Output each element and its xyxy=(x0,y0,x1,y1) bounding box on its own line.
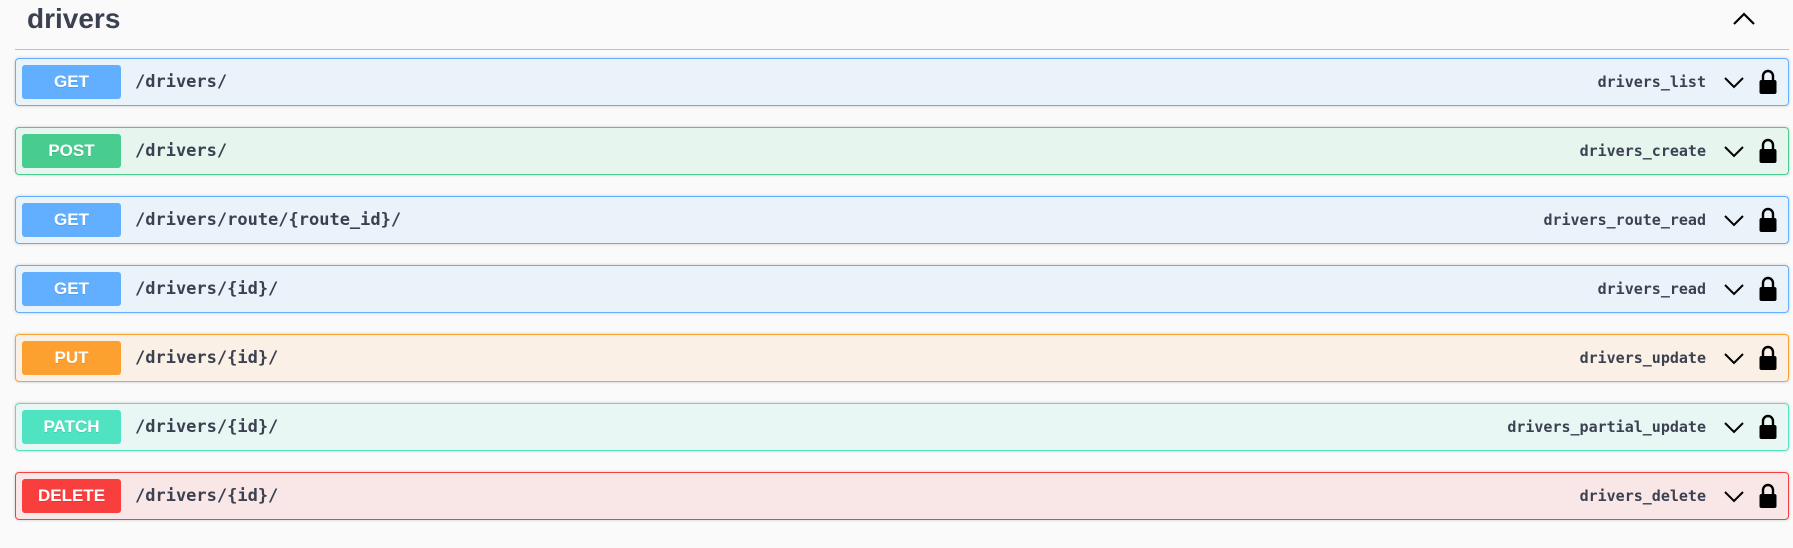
operation-path: /drivers/{id}/ xyxy=(135,417,279,437)
operation-path: /drivers/route/{route_id}/ xyxy=(135,210,402,230)
lock-icon[interactable] xyxy=(1758,138,1778,164)
lock-icon[interactable] xyxy=(1758,483,1778,509)
chevron-up-icon xyxy=(1733,12,1755,25)
section-title: drivers xyxy=(27,3,121,34)
operation-id: drivers_create xyxy=(1579,142,1706,160)
operation-path: /drivers/{id}/ xyxy=(135,486,279,506)
method-badge: POST xyxy=(22,134,121,168)
operation-id: drivers_read xyxy=(1597,280,1706,298)
lock-icon[interactable] xyxy=(1758,345,1778,371)
chevron-down-icon[interactable] xyxy=(1722,487,1746,505)
method-badge: PATCH xyxy=(22,410,121,444)
operation-path: /drivers/ xyxy=(135,141,228,161)
chevron-down-icon[interactable] xyxy=(1722,418,1746,436)
section-header[interactable]: drivers xyxy=(15,0,1789,50)
api-section: drivers GET /drivers/ drivers_list POST … xyxy=(0,0,1793,548)
chevron-down-icon[interactable] xyxy=(1722,349,1746,367)
operation-id: drivers_partial_update xyxy=(1507,418,1706,436)
operation-id: drivers_route_read xyxy=(1543,211,1706,229)
operation-path: /drivers/ xyxy=(135,72,228,92)
lock-icon[interactable] xyxy=(1758,69,1778,95)
lock-icon[interactable] xyxy=(1758,414,1778,440)
method-badge: GET xyxy=(22,203,121,237)
operation-id: drivers_list xyxy=(1597,73,1706,91)
method-badge: GET xyxy=(22,272,121,306)
method-badge: GET xyxy=(22,65,121,99)
chevron-down-icon[interactable] xyxy=(1722,73,1746,91)
operation-row[interactable]: GET /drivers/ drivers_list xyxy=(15,58,1789,106)
operation-row[interactable]: DELETE /drivers/{id}/ drivers_delete xyxy=(15,472,1789,520)
chevron-down-icon[interactable] xyxy=(1722,142,1746,160)
operation-path: /drivers/{id}/ xyxy=(135,348,279,368)
operation-row[interactable]: GET /drivers/route/{route_id}/ drivers_r… xyxy=(15,196,1789,244)
lock-icon[interactable] xyxy=(1758,276,1778,302)
operation-path: /drivers/{id}/ xyxy=(135,279,279,299)
operations-list: GET /drivers/ drivers_list POST /drivers… xyxy=(15,58,1789,541)
method-badge: DELETE xyxy=(22,479,121,513)
operation-row[interactable]: PATCH /drivers/{id}/ drivers_partial_upd… xyxy=(15,403,1789,451)
lock-icon[interactable] xyxy=(1758,207,1778,233)
operation-id: drivers_update xyxy=(1579,349,1706,367)
operation-id: drivers_delete xyxy=(1579,487,1706,505)
collapse-button[interactable] xyxy=(1729,6,1759,32)
operation-row[interactable]: PUT /drivers/{id}/ drivers_update xyxy=(15,334,1789,382)
operation-row[interactable]: POST /drivers/ drivers_create xyxy=(15,127,1789,175)
operation-row[interactable]: GET /drivers/{id}/ drivers_read xyxy=(15,265,1789,313)
chevron-down-icon[interactable] xyxy=(1722,280,1746,298)
method-badge: PUT xyxy=(22,341,121,375)
chevron-down-icon[interactable] xyxy=(1722,211,1746,229)
